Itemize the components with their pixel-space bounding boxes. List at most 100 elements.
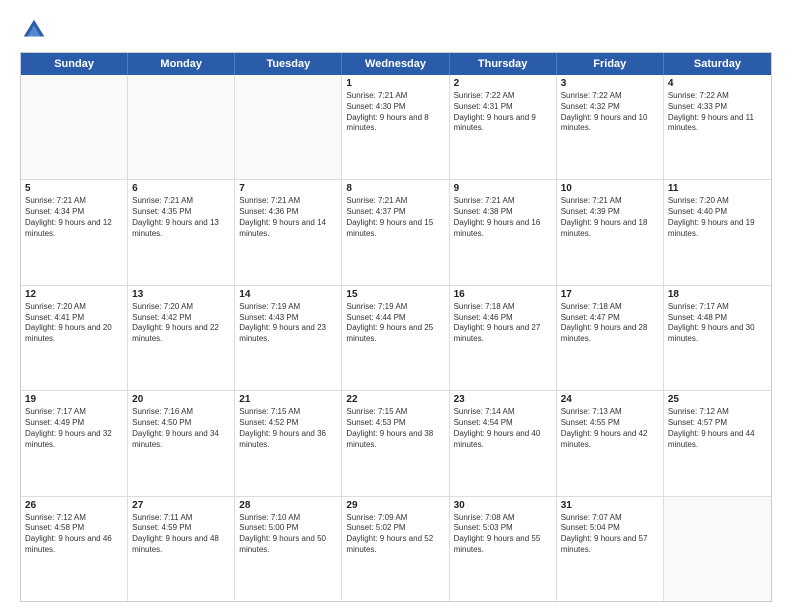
cell-content: Sunrise: 7:21 AM Sunset: 4:39 PM Dayligh… [561,196,659,239]
cal-cell-23: 23 Sunrise: 7:14 AM Sunset: 4:54 PM Dayli… [450,391,557,495]
cal-cell-10: 10Sunrise: 7:21 AM Sunset: 4:39 PM Dayli… [557,180,664,284]
day-number: 26 [25,500,123,511]
cal-cell-8: 8 Sunrise: 7:21 AM Sunset: 4:37 PM Daylig… [342,180,449,284]
cal-cell-26: 26 Sunrise: 7:12 AM Sunset: 4:58 PM Dayli… [21,497,128,601]
cell-content: Sunrise: 7:21 AM Sunset: 4:37 PM Dayligh… [346,196,444,239]
day-number: 8 [346,183,444,194]
cell-content: Sunrise: 7:10 AM Sunset: 5:00 PM Dayligh… [239,513,337,556]
cal-cell-12: 12 Sunrise: 7:20 AM Sunset: 4:41 PM Dayli… [21,286,128,390]
day-number: 12 [25,289,123,300]
cell-content: Sunrise: 7:19 AM Sunset: 4:44 PM Dayligh… [346,302,444,345]
cal-cell-16: 16 Sunrise: 7:18 AM Sunset: 4:46 PM Dayli… [450,286,557,390]
cell-content: Sunrise: 7:21 AM Sunset: 4:30 PM Dayligh… [346,91,444,134]
cell-content: Sunrise: 7:15 AM Sunset: 4:52 PM Dayligh… [239,407,337,450]
cell-content: Sunrise: 7:18 AM Sunset: 4:46 PM Dayligh… [454,302,552,345]
cal-cell-4: 4 Sunrise: 7:22 AM Sunset: 4:33 PM Daylig… [664,75,771,179]
cell-content: Sunrise: 7:21 AM Sunset: 4:35 PM Dayligh… [132,196,230,239]
page: SundayMondayTuesdayWednesdayThursdayFrid… [0,0,792,612]
day-number: 11 [668,183,767,194]
day-number: 24 [561,394,659,405]
day-number: 6 [132,183,230,194]
day-number: 25 [668,394,767,405]
cal-cell-17: 17 Sunrise: 7:18 AM Sunset: 4:47 PM Dayli… [557,286,664,390]
calendar-header: SundayMondayTuesdayWednesdayThursdayFrid… [21,53,771,75]
day-number: 4 [668,78,767,89]
cell-content: Sunrise: 7:19 AM Sunset: 4:43 PM Dayligh… [239,302,337,345]
cal-cell-15: 15 Sunrise: 7:19 AM Sunset: 4:44 PM Dayli… [342,286,449,390]
cell-content: Sunrise: 7:22 AM Sunset: 4:31 PM Dayligh… [454,91,552,134]
cal-cell-6: 6 Sunrise: 7:21 AM Sunset: 4:35 PM Daylig… [128,180,235,284]
day-number: 21 [239,394,337,405]
day-number: 31 [561,500,659,511]
cal-cell-5: 5 Sunrise: 7:21 AM Sunset: 4:34 PM Daylig… [21,180,128,284]
day-header-wednesday: Wednesday [342,53,449,75]
cell-content: Sunrise: 7:20 AM Sunset: 4:40 PM Dayligh… [668,196,767,239]
cal-cell-14: 14 Sunrise: 7:19 AM Sunset: 4:43 PM Dayli… [235,286,342,390]
cal-cell-13: 13Sunrise: 7:20 AM Sunset: 4:42 PM Dayli… [128,286,235,390]
cell-content: Sunrise: 7:12 AM Sunset: 4:58 PM Dayligh… [25,513,123,556]
day-number: 7 [239,183,337,194]
day-number: 28 [239,500,337,511]
week-row-4: 19 Sunrise: 7:17 AM Sunset: 4:49 PM Dayli… [21,391,771,496]
day-number: 20 [132,394,230,405]
cal-cell-28: 28 Sunrise: 7:10 AM Sunset: 5:00 PM Dayli… [235,497,342,601]
day-number: 16 [454,289,552,300]
logo-icon [20,16,48,44]
cal-cell-27: 27 Sunrise: 7:11 AM Sunset: 4:59 PM Dayli… [128,497,235,601]
day-number: 9 [454,183,552,194]
cell-content: Sunrise: 7:21 AM Sunset: 4:38 PM Dayligh… [454,196,552,239]
week-row-1: 1Sunrise: 7:21 AM Sunset: 4:30 PM Daylig… [21,75,771,180]
cell-content: Sunrise: 7:13 AM Sunset: 4:55 PM Dayligh… [561,407,659,450]
cell-content: Sunrise: 7:21 AM Sunset: 4:36 PM Dayligh… [239,196,337,239]
cell-content: Sunrise: 7:18 AM Sunset: 4:47 PM Dayligh… [561,302,659,345]
cal-cell-7: 7 Sunrise: 7:21 AM Sunset: 4:36 PM Daylig… [235,180,342,284]
day-header-tuesday: Tuesday [235,53,342,75]
cal-cell-11: 11 Sunrise: 7:20 AM Sunset: 4:40 PM Dayli… [664,180,771,284]
day-number: 23 [454,394,552,405]
cell-content: Sunrise: 7:22 AM Sunset: 4:32 PM Dayligh… [561,91,659,134]
day-number: 5 [25,183,123,194]
day-number: 14 [239,289,337,300]
logo [20,16,52,44]
day-number: 19 [25,394,123,405]
cal-cell-empty-4-6 [664,497,771,601]
day-number: 17 [561,289,659,300]
cell-content: Sunrise: 7:15 AM Sunset: 4:53 PM Dayligh… [346,407,444,450]
cal-cell-21: 21 Sunrise: 7:15 AM Sunset: 4:52 PM Dayli… [235,391,342,495]
cell-content: Sunrise: 7:08 AM Sunset: 5:03 PM Dayligh… [454,513,552,556]
cell-content: Sunrise: 7:20 AM Sunset: 4:41 PM Dayligh… [25,302,123,345]
day-number: 15 [346,289,444,300]
day-header-monday: Monday [128,53,235,75]
day-number: 13 [132,289,230,300]
cal-cell-22: 22Sunrise: 7:15 AM Sunset: 4:53 PM Dayli… [342,391,449,495]
cal-cell-20: 20Sunrise: 7:16 AM Sunset: 4:50 PM Dayli… [128,391,235,495]
day-header-thursday: Thursday [450,53,557,75]
cell-content: Sunrise: 7:21 AM Sunset: 4:34 PM Dayligh… [25,196,123,239]
cal-cell-empty-0-1 [128,75,235,179]
cal-cell-3: 3Sunrise: 7:22 AM Sunset: 4:32 PM Daylig… [557,75,664,179]
cal-cell-1: 1Sunrise: 7:21 AM Sunset: 4:30 PM Daylig… [342,75,449,179]
cal-cell-18: 18 Sunrise: 7:17 AM Sunset: 4:48 PM Dayli… [664,286,771,390]
cal-cell-empty-0-2 [235,75,342,179]
cell-content: Sunrise: 7:14 AM Sunset: 4:54 PM Dayligh… [454,407,552,450]
cal-cell-30: 30Sunrise: 7:08 AM Sunset: 5:03 PM Dayli… [450,497,557,601]
cell-content: Sunrise: 7:17 AM Sunset: 4:48 PM Dayligh… [668,302,767,345]
cal-cell-2: 2 Sunrise: 7:22 AM Sunset: 4:31 PM Daylig… [450,75,557,179]
day-number: 29 [346,500,444,511]
cal-cell-9: 9 Sunrise: 7:21 AM Sunset: 4:38 PM Daylig… [450,180,557,284]
cell-content: Sunrise: 7:12 AM Sunset: 4:57 PM Dayligh… [668,407,767,450]
week-row-3: 12 Sunrise: 7:20 AM Sunset: 4:41 PM Dayli… [21,286,771,391]
cal-cell-24: 24 Sunrise: 7:13 AM Sunset: 4:55 PM Dayli… [557,391,664,495]
cell-content: Sunrise: 7:22 AM Sunset: 4:33 PM Dayligh… [668,91,767,134]
cell-content: Sunrise: 7:09 AM Sunset: 5:02 PM Dayligh… [346,513,444,556]
day-header-saturday: Saturday [664,53,771,75]
week-row-5: 26 Sunrise: 7:12 AM Sunset: 4:58 PM Dayli… [21,497,771,601]
day-number: 18 [668,289,767,300]
cal-cell-29: 29 Sunrise: 7:09 AM Sunset: 5:02 PM Dayli… [342,497,449,601]
cal-cell-empty-0-0 [21,75,128,179]
day-number: 2 [454,78,552,89]
day-number: 27 [132,500,230,511]
cell-content: Sunrise: 7:11 AM Sunset: 4:59 PM Dayligh… [132,513,230,556]
cell-content: Sunrise: 7:17 AM Sunset: 4:49 PM Dayligh… [25,407,123,450]
cal-cell-31: 31Sunrise: 7:07 AM Sunset: 5:04 PM Dayli… [557,497,664,601]
